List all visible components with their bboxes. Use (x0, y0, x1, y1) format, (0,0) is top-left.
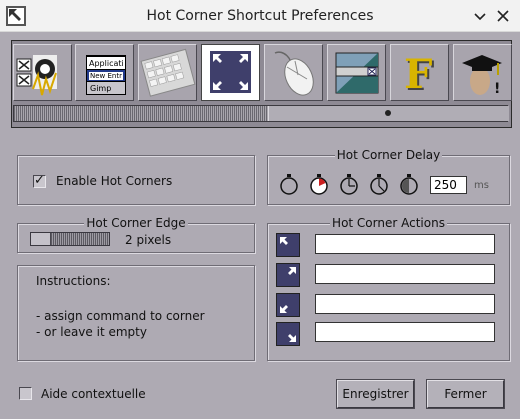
font-icon-glyph: F (404, 51, 432, 98)
tool-font-icon[interactable]: F F (390, 44, 449, 101)
save-button[interactable]: Enregistrer (337, 380, 414, 408)
actions-panel-title: Hot Corner Actions (330, 216, 447, 230)
edge-panel-title: Hot Corner Edge (84, 216, 188, 230)
delay-unit-label: ms (474, 180, 489, 191)
instructions-title: Instructions: (36, 274, 111, 288)
stopwatch-icon-2[interactable] (338, 173, 360, 195)
top-left-corner-icon (276, 233, 300, 257)
bottom-left-corner-icon (276, 293, 300, 317)
enable-hot-corners-label: Enable Hot Corners (56, 174, 173, 188)
enable-hot-corners-checkbox[interactable]: ✓ (33, 173, 46, 188)
top-right-action-field[interactable] (315, 264, 495, 284)
check-mark-icon: ✓ (34, 173, 45, 188)
tool-window-icon[interactable] (327, 44, 386, 101)
top-right-corner-icon (276, 263, 300, 287)
close-button[interactable]: Fermer (427, 380, 504, 408)
context-help-checkbox[interactable] (19, 387, 32, 400)
minimize-icon[interactable] (470, 6, 490, 26)
delay-value-field[interactable] (430, 176, 467, 194)
toolbar-scrollbar[interactable] (13, 105, 509, 122)
bottom-right-action-field[interactable] (315, 322, 495, 342)
delay-panel-title: Hot Corner Delay (334, 148, 443, 162)
stopwatch-icon-4[interactable] (398, 173, 420, 195)
tool-mouse-icon[interactable] (264, 44, 323, 101)
edge-slider-thumb[interactable] (31, 233, 51, 245)
edge-slider[interactable] (30, 232, 110, 246)
tool-menu-editor-icon[interactable]: Applicati New Entr Gimp (75, 44, 134, 101)
instructions-line-1: - assign command to corner (36, 309, 205, 323)
menu-entry-gimp: Gimp (90, 84, 111, 93)
toolbar-scroll-thumb[interactable] (268, 106, 509, 121)
instructions-line-2: - or leave it empty (36, 325, 147, 339)
bottom-left-action-field[interactable] (315, 294, 495, 314)
enable-panel: ✓ Enable Hot Corners (17, 155, 255, 205)
scroll-thumb-grip (385, 110, 391, 116)
menu-entry-new: New Entr (90, 72, 122, 80)
tool-hot-corner-icon[interactable] (201, 44, 260, 101)
preferences-toolbar: Applicati New Entr Gimp F F ! (11, 40, 512, 128)
stopwatch-icon-3[interactable] (368, 173, 390, 195)
top-left-action-field[interactable] (315, 234, 495, 254)
instructions-panel: Instructions: - assign command to corner… (17, 265, 255, 361)
menu-entry-applications: Applicati (89, 59, 124, 68)
tool-mixer-icon[interactable] (13, 44, 72, 101)
svg-text:!: ! (494, 81, 500, 97)
stopwatch-icon-0[interactable] (278, 173, 300, 195)
stopwatch-icon-1[interactable] (308, 173, 330, 195)
context-help-label: Aide contextuelle (41, 387, 146, 401)
title-bar: Hot Corner Shortcut Preferences (0, 0, 520, 32)
tool-tutorial-icon[interactable]: ! (453, 44, 512, 101)
bottom-right-corner-icon (276, 322, 300, 346)
close-icon[interactable] (493, 6, 513, 26)
tool-keyboard-icon[interactable] (138, 44, 197, 101)
window-title: Hot Corner Shortcut Preferences (146, 8, 374, 24)
edge-value-label: 2 pixels (125, 233, 172, 247)
